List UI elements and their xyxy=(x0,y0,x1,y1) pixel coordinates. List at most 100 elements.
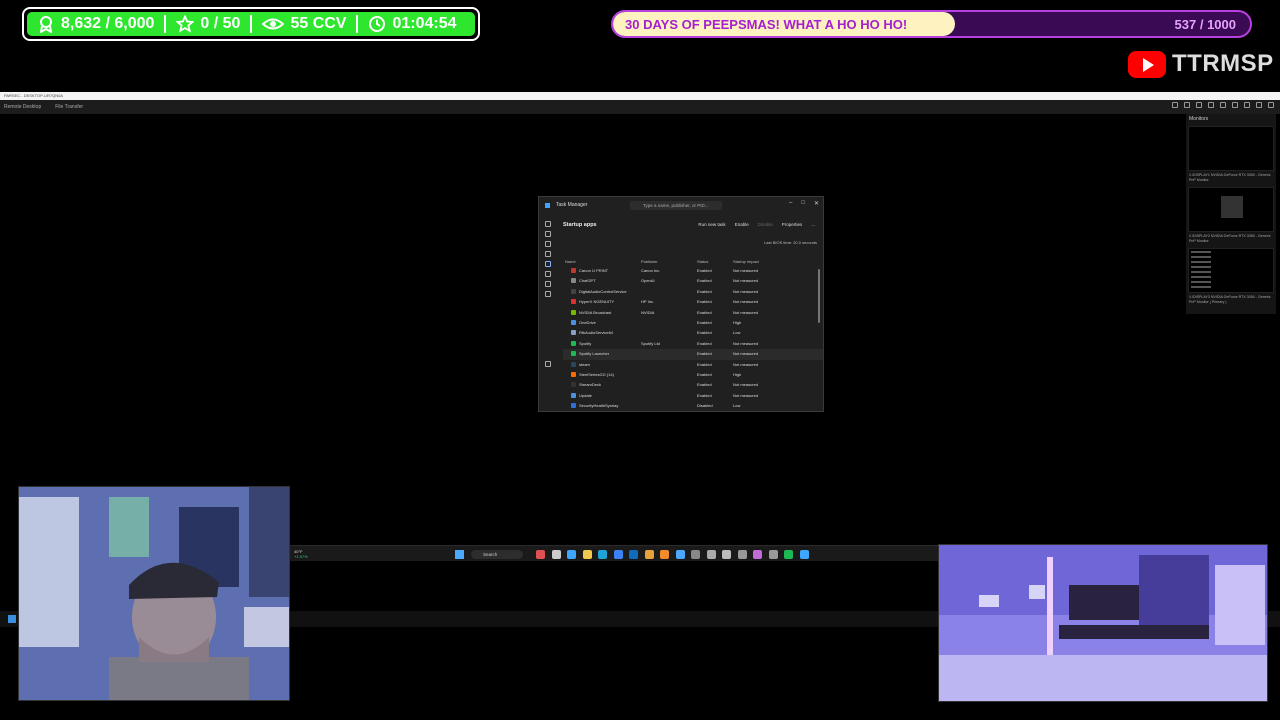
details-icon[interactable] xyxy=(545,281,551,287)
menu-icon[interactable] xyxy=(545,221,551,227)
properties-button[interactable]: Properties xyxy=(782,222,803,227)
task-manager-window: Task Manager Type a name, publisher, or … xyxy=(538,196,824,412)
app-startup-impact: Not measured xyxy=(733,268,759,273)
table-row[interactable]: OneDrive Enabled High xyxy=(563,318,823,328)
app-publisher: Canon Inc. xyxy=(641,268,661,273)
table-row[interactable]: SteelSeriesGG (14) Enabled High xyxy=(563,370,823,380)
table-row[interactable]: steam Enabled Not measured xyxy=(563,360,823,370)
power-icon[interactable] xyxy=(1256,102,1262,108)
app-icon-3[interactable] xyxy=(706,550,716,559)
app-name: OneDrive xyxy=(579,319,596,325)
startup-apps-icon[interactable] xyxy=(545,261,551,267)
outlook-icon[interactable] xyxy=(629,550,638,559)
taskbar-search[interactable]: Search xyxy=(471,550,523,559)
run-new-task-button[interactable]: Run new task xyxy=(698,222,725,227)
app-startup-impact: Not measured xyxy=(733,340,759,346)
app-history-icon[interactable] xyxy=(545,251,551,257)
app-icon-4[interactable] xyxy=(737,550,747,559)
monitor-thumbnail[interactable] xyxy=(1188,187,1274,232)
minimize-icon[interactable]: – xyxy=(789,200,792,207)
record-icon[interactable] xyxy=(1244,102,1250,108)
table-row[interactable]: Spotify Launcher Enabled Not measured xyxy=(563,349,823,360)
monitor-label: \\.\DISPLAY3 NVIDIA GeForce RTX 3050 - G… xyxy=(1189,295,1271,304)
app-icon xyxy=(571,299,576,305)
vlc-icon[interactable] xyxy=(660,550,669,559)
app-icon-6[interactable] xyxy=(768,550,778,559)
app-icon xyxy=(571,319,576,325)
column-publisher[interactable]: Publisher xyxy=(641,259,658,264)
remote-taskbar: 40°F +1.97% Search xyxy=(290,545,938,561)
table-row[interactable]: NVIDIA Broadcast NVIDIA Enabled Not measure… xyxy=(563,308,823,318)
app-status: Enabled xyxy=(697,309,712,315)
app-status: Enabled xyxy=(697,299,712,305)
scrollbar[interactable] xyxy=(818,269,820,323)
viewers-count: 55 CCV xyxy=(290,15,347,32)
users-icon[interactable] xyxy=(545,271,551,277)
windows-start-icon[interactable] xyxy=(8,615,16,623)
app-status: Enabled xyxy=(697,288,712,294)
table-row[interactable]: SecurityHealthSystray Disabled Low xyxy=(563,401,823,411)
close-icon[interactable]: ✕ xyxy=(814,200,819,207)
app-icon xyxy=(571,340,576,346)
table-row[interactable]: HyperX NGENUITY HP Inc. Enabled Not measure… xyxy=(563,297,823,307)
taskview-icon[interactable] xyxy=(551,550,561,559)
app-icon xyxy=(571,382,576,388)
uptime-stat: 01:04:54 xyxy=(368,15,457,33)
more-options-button[interactable]: ... xyxy=(811,222,815,227)
explorer-icon[interactable] xyxy=(582,550,592,559)
settings-icon[interactable] xyxy=(1208,102,1214,108)
table-row[interactable]: StreamDeck Enabled Not measured xyxy=(563,380,823,390)
zoom-icon[interactable] xyxy=(1196,102,1202,108)
column-name[interactable]: Name xyxy=(565,259,576,264)
services-icon[interactable] xyxy=(545,291,551,297)
app-status: Enabled xyxy=(697,392,712,398)
table-row[interactable]: Canon IJ PRINT Canon Inc. Enabled Not measu… xyxy=(563,266,823,276)
taskbar-apps xyxy=(536,550,809,559)
tab-remote-desktop[interactable]: Remote Desktop xyxy=(4,104,41,110)
maximize-icon[interactable]: □ xyxy=(801,200,805,207)
taskmanager-icon[interactable] xyxy=(799,550,809,559)
table-row[interactable]: Update Enabled Not measured xyxy=(563,391,823,401)
weather-widget[interactable]: 40°F +1.97% xyxy=(294,549,308,559)
keyboard-icon[interactable] xyxy=(1184,102,1190,108)
process-search-input[interactable]: Type a name, publisher, or PID... xyxy=(630,201,722,210)
monitor-thumbnail[interactable] xyxy=(1188,248,1274,293)
edge-icon[interactable] xyxy=(598,550,607,559)
fullscreen-icon[interactable] xyxy=(1268,102,1274,108)
youtube-logo-icon xyxy=(1128,50,1166,78)
table-row[interactable]: RtkAudioService64 Enabled Low xyxy=(563,328,823,338)
app-icon-2[interactable] xyxy=(691,550,700,559)
store-icon[interactable] xyxy=(613,550,623,559)
goal-progress-bar: 30 DAYS OF PEEPSMAS! WHAT A HO HO HO! 53… xyxy=(611,10,1252,38)
tab-file-transfer[interactable]: File Transfer xyxy=(55,104,83,110)
monitor-label: \\.\DISPLAY1 NVIDIA GeForce RTX 3050 - G… xyxy=(1189,173,1271,182)
widgets-icon[interactable] xyxy=(536,550,545,559)
copilot-icon[interactable] xyxy=(567,550,576,559)
table-row[interactable]: Spotify Spotify Ltd Enabled Not measured xyxy=(563,339,823,349)
column-startup-impact[interactable]: Startup impact xyxy=(733,259,759,264)
performance-icon[interactable] xyxy=(545,241,551,247)
display-icon[interactable] xyxy=(1172,102,1178,108)
enable-button[interactable]: Enable xyxy=(735,222,749,227)
settings-icon[interactable] xyxy=(545,361,551,367)
app-status: Enabled xyxy=(697,361,712,367)
spotify-icon[interactable] xyxy=(784,550,793,559)
column-status[interactable]: Status xyxy=(697,259,708,264)
settings-icon[interactable] xyxy=(722,550,731,559)
app-startup-impact: Not measured xyxy=(733,382,759,388)
chat-icon[interactable] xyxy=(1220,102,1226,108)
chrome-icon[interactable] xyxy=(644,550,654,559)
window-controls: – □ ✕ xyxy=(789,200,819,207)
windows-start-icon[interactable] xyxy=(455,550,464,559)
table-row[interactable]: DigitalAudioControlService Enabled Not mea… xyxy=(563,287,823,297)
processes-icon[interactable] xyxy=(545,231,551,237)
disable-button[interactable]: Disable xyxy=(758,222,773,227)
monitor-icon[interactable] xyxy=(1232,102,1238,108)
app-status: Enabled xyxy=(697,268,712,273)
app-startup-impact: Low xyxy=(733,403,741,409)
monitor-thumbnail[interactable] xyxy=(1188,126,1274,171)
app-icon-5[interactable] xyxy=(753,550,762,559)
uptime-value: 01:04:54 xyxy=(392,15,457,32)
table-row[interactable]: ChatGPT OpenAI Enabled Not measured xyxy=(563,276,823,286)
app-icon-1[interactable] xyxy=(675,550,685,559)
